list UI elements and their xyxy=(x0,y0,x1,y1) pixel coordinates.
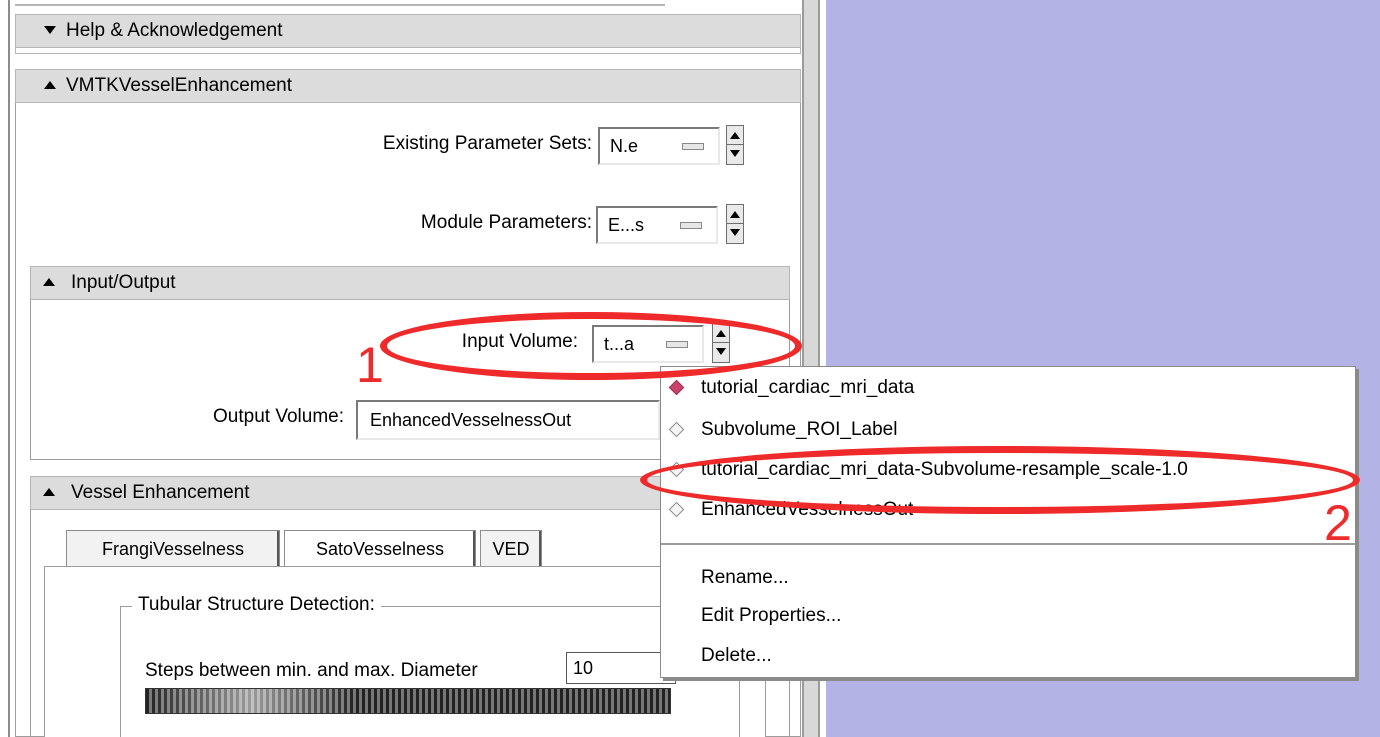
scale-slider[interactable] xyxy=(145,688,671,714)
expand-arrow-icon xyxy=(43,278,55,286)
module-parameters-menubutton[interactable]: E...s xyxy=(596,206,718,244)
spin-down-button[interactable] xyxy=(727,224,743,243)
spin-up-button[interactable] xyxy=(727,126,743,145)
arrow-down-icon xyxy=(730,229,740,236)
annotation-number-1: 1 xyxy=(356,337,384,393)
existing-parameter-sets-label: Existing Parameter Sets: xyxy=(382,133,592,154)
arrow-down-icon xyxy=(730,150,740,157)
module-section-header[interactable]: VMTKVesselEnhancement xyxy=(15,69,801,103)
menu-item-label: Subvolume_ROI_Label xyxy=(701,419,898,440)
expand-arrow-icon xyxy=(44,81,56,89)
menu-item-label: Delete... xyxy=(701,645,772,666)
input-volume-dropdown-menu: tutorial_cardiac_mri_data Subvolume_ROI_… xyxy=(660,366,1356,678)
radio-unselected-icon xyxy=(668,501,685,518)
tab-sato[interactable]: SatoVesselness xyxy=(284,530,476,566)
output-volume-entry[interactable]: EnhancedVesselnessOut xyxy=(356,400,660,440)
expand-arrow-icon xyxy=(43,488,55,496)
help-section-title: Help & Acknowledgement xyxy=(66,20,283,41)
arrow-up-icon xyxy=(730,132,740,139)
io-section-title: Input/Output xyxy=(71,272,176,293)
existing-parameter-sets-value: N.e xyxy=(610,136,639,156)
annotation-ellipse-1 xyxy=(380,312,802,380)
help-section-header[interactable]: Help & Acknowledgement xyxy=(15,14,801,48)
menu-item-edit-properties[interactable]: Edit Properties... xyxy=(661,599,1355,633)
menu-item-label: tutorial_cardiac_mri_data xyxy=(701,377,915,398)
radio-unselected-icon xyxy=(668,421,685,438)
arrow-up-icon xyxy=(730,211,740,218)
existing-parameter-sets-menubutton[interactable]: N.e xyxy=(598,127,720,165)
output-volume-label: Output Volume: xyxy=(213,406,344,427)
module-parameters-value: E...s xyxy=(608,215,645,235)
menu-item-volume[interactable]: Subvolume_ROI_Label xyxy=(661,413,1355,447)
tubular-group-label: Tubular Structure Detection: xyxy=(132,594,381,616)
module-parameters-label: Module Parameters: xyxy=(420,212,592,233)
menu-item-label: Rename... xyxy=(701,567,789,588)
menu-indicator-icon xyxy=(682,143,704,150)
annotation-ellipse-2 xyxy=(640,446,1360,514)
spin-down-button[interactable] xyxy=(727,145,743,164)
menu-item-delete[interactable]: Delete... xyxy=(661,639,1355,673)
spin-up-button[interactable] xyxy=(727,205,743,224)
radio-selected-icon xyxy=(668,379,685,396)
collapse-arrow-icon xyxy=(44,26,56,34)
menu-item-rename[interactable]: Rename... xyxy=(661,561,1355,595)
module-section-title: VMTKVesselEnhancement xyxy=(66,75,293,96)
menu-separator xyxy=(661,543,1355,545)
menu-indicator-icon xyxy=(680,222,702,229)
module-parameters-spinner[interactable] xyxy=(726,204,744,244)
steps-label: Steps between min. and max. Diameter xyxy=(145,660,478,681)
menu-item-label: Edit Properties... xyxy=(701,605,842,626)
top-separator xyxy=(15,4,665,6)
vessel-section-title: Vessel Enhancement xyxy=(71,482,250,503)
tab-ved[interactable]: VED xyxy=(480,530,542,566)
annotation-number-2: 2 xyxy=(1324,495,1352,551)
panel-border xyxy=(8,0,10,737)
help-section-body xyxy=(15,48,801,54)
menu-item-volume[interactable]: tutorial_cardiac_mri_data xyxy=(661,371,1355,405)
io-section-header[interactable]: Input/Output xyxy=(30,266,790,300)
slider-shading xyxy=(146,689,670,713)
existing-parameter-sets-spinner[interactable] xyxy=(726,125,744,165)
tab-frangi[interactable]: FrangiVesselness xyxy=(66,530,280,566)
